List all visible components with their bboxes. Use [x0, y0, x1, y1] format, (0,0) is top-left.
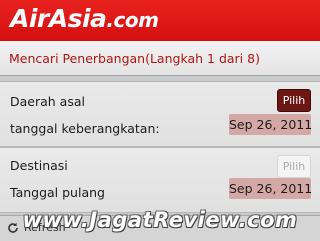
- step-title-bar: Mencari Penerbangan(Langkah 1 dari 8): [0, 41, 320, 76]
- origin-select-button[interactable]: Pilih: [277, 89, 311, 112]
- departure-date-field[interactable]: Sep 26, 2011: [229, 114, 312, 135]
- logo-suffix: .com: [106, 8, 159, 32]
- logo-name: AirAsia: [10, 4, 107, 33]
- departure-date-label: tanggal keberangkatan:: [10, 121, 160, 136]
- departure-panel: Daerah asal Pilih tanggal keberangkatan:…: [0, 81, 320, 147]
- return-panel: Destinasi Pilih Tanggal pulang Sep 26, 2…: [0, 147, 320, 213]
- watermark: www.JagatReview.com: [22, 208, 298, 232]
- return-date-field[interactable]: Sep 26, 2011: [229, 178, 312, 199]
- airasia-logo: AirAsia.com: [10, 4, 159, 35]
- page-title: Mencari Penerbangan(Langkah 1 dari 8): [9, 51, 260, 66]
- return-date-label: Tanggal pulang: [10, 185, 105, 200]
- destination-select-button[interactable]: Pilih: [277, 155, 311, 178]
- destination-label: Destinasi: [10, 158, 68, 173]
- app-header: AirAsia.com: [0, 0, 320, 41]
- origin-label: Daerah asal: [10, 94, 85, 109]
